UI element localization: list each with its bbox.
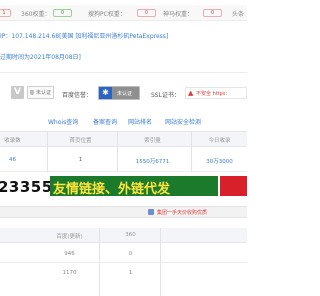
unverified-badge-1[interactable]: 未认证 <box>27 86 54 99</box>
table2-row1-baidu: 946 <box>64 251 75 257</box>
ssl-status: 不安全 https: <box>196 91 228 97</box>
ad-number: 23355 <box>0 178 53 196</box>
ad-red-block <box>220 176 247 196</box>
rank360-value: 0 <box>60 10 65 16</box>
stats-header: 收录数 首页位置 索引量 今日收录 <box>0 131 247 147</box>
stats-header-today: 今日收录 <box>208 138 231 144</box>
warning-icon: ▲ <box>188 89 194 97</box>
ssl-insecure-badge[interactable]: ▲ 不安全 https: <box>185 87 247 99</box>
sogou-pc-label: 搜狗PC权重： <box>88 11 126 18</box>
table2-row2-baidu: 1170 <box>62 270 77 276</box>
table2-row-line <box>0 262 247 263</box>
paw-icon: ✱ <box>99 87 112 99</box>
col-sep-2 <box>117 131 118 171</box>
shenma-badge[interactable]: 0 <box>203 9 222 17</box>
toutiao-label: 头条 <box>232 11 245 18</box>
divider <box>0 72 247 73</box>
sogou-pc-value: 0 <box>144 10 149 16</box>
unverified-badge-2[interactable]: ✱ 未认证 <box>98 86 140 100</box>
whois-link[interactable]: Whois查询 <box>48 117 78 126</box>
rank360-label: 360权重： <box>21 11 51 18</box>
table2-row1-360: 0 <box>128 251 133 257</box>
security-link[interactable]: 网站安全检测 <box>165 117 201 126</box>
shield-icon <box>30 90 34 95</box>
ad-banner[interactable]: 23355 友情链接、外链代发 <box>0 176 247 197</box>
notice-bar: 集团一手天价收购优质 <box>0 206 247 218</box>
notice-text[interactable]: 集团一手天价收购优质 <box>157 209 207 216</box>
shenma-value: 0 <box>210 10 215 16</box>
col-sep-3 <box>191 131 192 171</box>
table2-row2-360: 1 <box>128 270 133 276</box>
ad-slogan: 友情链接、外链代发 <box>53 182 171 197</box>
stats-home-value: 1 <box>78 157 83 163</box>
baidu-credit-label: 百度信誉： <box>62 92 93 99</box>
v-verify-icon: V <box>11 86 24 99</box>
unverified-text-1: 未认证 <box>36 90 52 96</box>
weights-row: 1 360权重： 0 搜狗PC权重： 0 神马权重： 0 头条 <box>0 5 247 21</box>
table2-header-360: 360 <box>125 232 136 238</box>
rank360-badge[interactable]: 0 <box>53 9 72 17</box>
stats-bottom-line <box>0 171 247 172</box>
shenma-label: 神马权重： <box>163 11 194 18</box>
minus-icon <box>148 209 154 215</box>
ip-info[interactable]: IP：107.148.214.68[美国 加利福尼亚州洛杉矶PetaExpres… <box>0 31 168 40</box>
stats-header-volume: 索引量 <box>144 138 161 144</box>
stats-header-home: 首页位置 <box>69 138 92 144</box>
stats-index-value[interactable]: 46 <box>0 157 35 163</box>
unverified-text-2: 未认证 <box>117 91 133 97</box>
col-sep-1 <box>47 131 48 171</box>
sogou-pc-badge[interactable]: 0 <box>137 9 156 17</box>
baidu-weight-badge[interactable]: 1 <box>0 9 11 17</box>
ssl-label: SSL证书： <box>151 92 180 99</box>
icp-link[interactable]: 备案查询 <box>93 117 117 126</box>
stats-header-index: 收录数 <box>4 138 21 144</box>
rank-link[interactable]: 网站排名 <box>128 117 152 126</box>
stats-volume-value[interactable]: 1550万6771 <box>130 157 175 165</box>
stats-today-value[interactable]: 30万3000 <box>197 157 242 165</box>
table2-header-baidu: 百度(更新) <box>56 234 83 240</box>
table2-header: 百度(更新) 360 <box>0 228 247 243</box>
expiry-info: 过期时间为2021年08月08日] <box>0 54 81 61</box>
